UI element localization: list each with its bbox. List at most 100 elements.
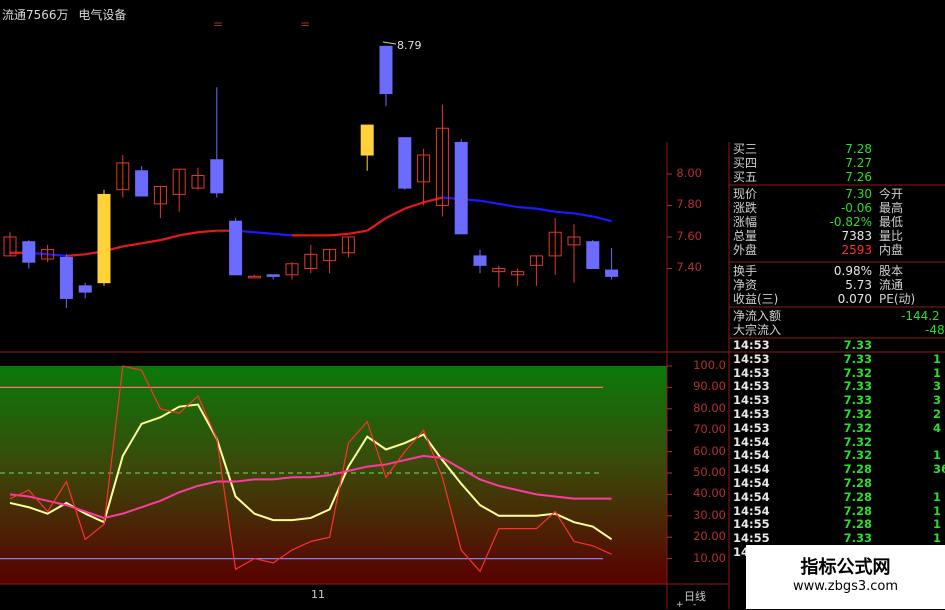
candle-body [229, 220, 243, 276]
quote-label-secondary: 最低 [879, 215, 904, 229]
top-marker-1: = [213, 17, 223, 31]
industry-text: 电气设备 [78, 8, 127, 22]
quote-row: 换手 0.98% 股本 [733, 264, 945, 278]
quote-label: 净流入额 [733, 309, 782, 323]
quote-value: -0.06 [840, 201, 872, 215]
quote-row: 现价 7.30 今开 [733, 187, 945, 201]
tick-volume: 1 [933, 448, 942, 463]
tick-price: 7.28 [843, 503, 872, 518]
tick-price: 7.32 [843, 448, 872, 463]
candle-body [97, 193, 111, 284]
ma-segment [47, 253, 67, 257]
candle-body [454, 141, 468, 235]
tick-time: 14:53 [733, 407, 770, 421]
quote-label: 总量 [733, 229, 758, 243]
tick-row: 14:55 7.33 1 [733, 532, 945, 546]
tick-price: 7.28 [843, 517, 872, 532]
net-inflow-row: 净流入额 -144.2 [733, 309, 945, 323]
indicator-axis-label: 60.00 [693, 443, 726, 458]
tick-volume: 1 [933, 503, 942, 518]
peak-marker [382, 41, 397, 45]
tick-time: 14:54 [733, 489, 770, 504]
candle-body [210, 159, 224, 194]
tick-row: 14:53 7.33 1 [733, 351, 945, 367]
watermark: 指标公式网 www.zbgs3.com [746, 545, 945, 609]
block-inflow-row: 大宗流入 -48 [733, 323, 945, 337]
tick-time: 14:54 [733, 448, 770, 463]
ma-segment [592, 215, 612, 223]
tick-row: 14:54 7.32 1 [733, 449, 945, 463]
price-axis-label: 7.40 [676, 260, 702, 275]
tick-time: 14:54 [733, 476, 770, 490]
ma-segment [366, 217, 387, 232]
candle-body [22, 241, 36, 263]
tick-row: 14:53 7.32 2 [733, 407, 945, 422]
quote-value: -48 [925, 323, 945, 337]
quote-value: -0.82% [829, 215, 872, 229]
candle-body [59, 256, 73, 299]
price-axis-label: 8.00 [676, 165, 702, 180]
ma-segment [141, 239, 161, 245]
tick-price: 7.33 [843, 379, 872, 394]
indicator-axis-label: 50.00 [693, 465, 726, 479]
candle-body [398, 137, 412, 189]
tick-row: 14:54 7.28 36 [733, 463, 945, 477]
ma-segment [329, 232, 349, 237]
tick-price: 7.28 [843, 489, 872, 504]
ma-segment [573, 212, 593, 218]
tick-price: 7.33 [843, 351, 872, 366]
candle-body [78, 285, 92, 293]
tick-price: 7.33 [843, 531, 872, 546]
quote-value: 0.98% [833, 264, 872, 278]
tick-time: 14:53 [733, 393, 770, 408]
quote-value: 7.27 [845, 156, 872, 170]
quote-label: 买四 [733, 156, 758, 170]
quote-row: 买四 7.27 [733, 156, 945, 170]
quote-row: 外盘 2593 内盘 [733, 243, 945, 257]
stock-header: 流通7566万 电气设备 [2, 6, 126, 23]
quote-row: 收益(三) 0.070 PE(动) [733, 292, 945, 306]
quote-row: 买五 7.26 [733, 170, 945, 184]
tick-volume: 3 [933, 393, 942, 408]
tick-volume: 1 [933, 365, 942, 380]
tick-row: 14:53 7.33 3 [733, 394, 945, 408]
top-marker-2: = [300, 17, 310, 31]
indicator-axis-label: 30.00 [693, 507, 726, 522]
tick-row: 14:53 7.32 1 [733, 365, 945, 381]
tick-volume: 1 [933, 489, 942, 504]
quote-label: 换手 [733, 264, 758, 278]
tick-time: 14:53 [733, 379, 770, 394]
tick-volume: 1 [933, 351, 942, 366]
candles-group [3, 45, 619, 308]
tick-row: 14:53 7.32 4 [733, 420, 945, 436]
candle-body [135, 170, 149, 197]
tick-price: 7.28 [843, 476, 872, 490]
quote-value: 5.73 [845, 278, 872, 292]
tick-price: 7.32 [843, 420, 872, 435]
ma-segment [197, 229, 217, 234]
quote-value: 7.26 [845, 170, 872, 184]
price-axis-label: 7.60 [676, 228, 702, 243]
ma-segment [498, 202, 518, 209]
tick-price: 7.33 [843, 338, 872, 352]
indicator-axis-label: 70.00 [693, 422, 726, 437]
quote-value: 7.30 [845, 187, 872, 201]
price-axis-label: 7.80 [676, 197, 702, 212]
tick-volume: 36 [933, 462, 945, 477]
ma-segment [517, 205, 537, 210]
quote-row: 涨幅 -0.82% 最低 [733, 215, 945, 229]
quote-label: 大宗流入 [733, 323, 782, 337]
tick-row: 14:55 7.28 1 [733, 518, 945, 532]
tick-price: 7.33 [843, 393, 872, 408]
quote-label: 外盘 [733, 243, 758, 257]
tick-row: 14:53 7.33 [733, 338, 945, 353]
indicator-axis-label: 10.00 [693, 550, 726, 565]
tick-row: 14:54 7.28 1 [733, 489, 945, 505]
ma-segment [423, 196, 443, 204]
quote-value: -144.2 [901, 309, 940, 323]
tick-price: 7.32 [843, 365, 872, 380]
indicator-axis-label: 40.00 [693, 486, 726, 501]
quote-label-secondary: 流通 [879, 278, 904, 292]
quote-label: 收益(三) [733, 292, 779, 306]
ma-segment [479, 199, 499, 205]
